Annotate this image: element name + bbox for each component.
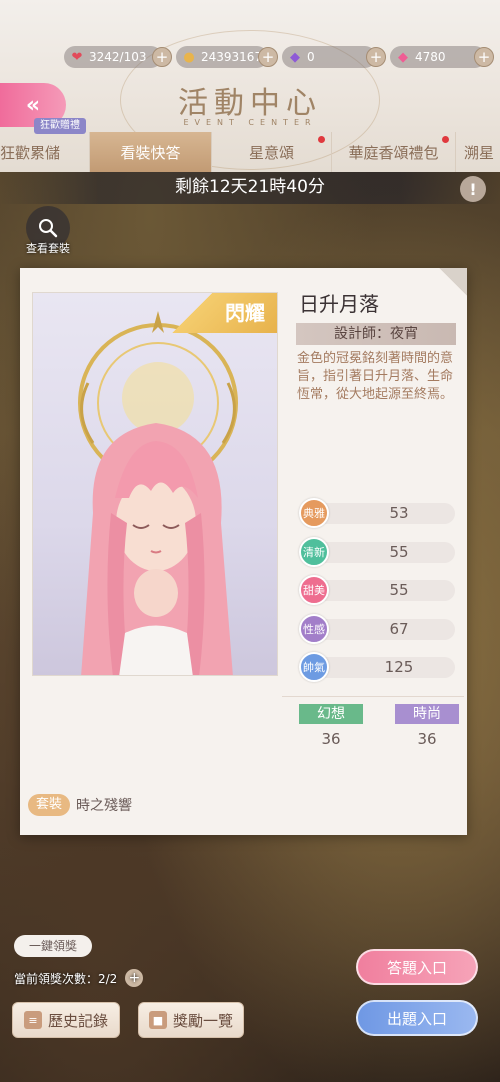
stat-value: 55 [389, 581, 409, 599]
header: ❤ 3242/103 + ● 24393167 + ◆ 0 + ◆ 4780 +… [0, 0, 500, 172]
stat-badge: 清新 [299, 536, 329, 567]
stat-badge: 帥氣 [299, 652, 329, 682]
stamina-currency: ❤ 3242/103 + [64, 46, 172, 68]
outfit-card: 閃耀 日升月落 設計師：夜宵 金色的冠冕銘刻著時間的意旨，指引著日升月落、生命恆… [20, 268, 467, 835]
card-fold-corner [439, 268, 467, 296]
magnifier-icon [39, 219, 58, 238]
stat-cool: 帥氣 125 [299, 652, 459, 682]
tab-star-ode[interactable]: 星意頌 [212, 132, 332, 172]
outfit-name: 日升月落 [299, 292, 379, 316]
tab-carnival-recharge[interactable]: 狂歡累儲 [0, 132, 90, 172]
one-click-claim-button[interactable]: 一鍵領獎 [14, 935, 92, 957]
crystal-value: 0 [307, 50, 315, 64]
history-label: 歷史記錄 [47, 1011, 108, 1030]
gold-value: 24393167 [201, 50, 263, 64]
style-tag-value: 36 [321, 730, 341, 748]
question-entry-label: 出題入口 [386, 1009, 447, 1028]
style-tag-label: 幻想 [299, 704, 363, 724]
designer-label: 設計師：夜宵 [296, 323, 456, 345]
stat-value: 53 [389, 504, 409, 522]
suit-name[interactable]: 時之殘響 [76, 795, 132, 815]
shine-rarity-tag: 閃耀 [167, 293, 277, 333]
view-outfit-button[interactable]: 查看套裝 [20, 206, 76, 256]
style-tag-label: 時尚 [395, 704, 459, 724]
answer-entry-label: 答題入口 [386, 958, 447, 977]
purple-crystal-icon: ◆ [290, 49, 300, 65]
event-tabs: 狂歡累儲 看裝快答 星意頌 華庭香頌禮包 溯星 [0, 132, 500, 172]
divider [282, 696, 464, 697]
add-crystal-button[interactable]: + [366, 47, 386, 67]
history-icon: ≡ [23, 1011, 42, 1029]
tab-label: 溯星 [464, 143, 495, 162]
view-outfit-label: 查看套裝 [26, 242, 70, 255]
add-diamond-button[interactable]: + [474, 47, 494, 67]
suit-row: 套裝 時之殘響 [28, 794, 132, 816]
notification-dot [318, 136, 325, 143]
style-tags: 幻想 36 時尚 36 [299, 704, 459, 748]
stamina-value: 3242/103 [89, 50, 147, 64]
info-button[interactable]: ! [460, 176, 486, 202]
rewards-button[interactable]: ■ 獎勵一覽 [138, 1002, 244, 1038]
heart-icon: ❤ [71, 49, 83, 65]
question-entry-button[interactable]: 出題入口 [356, 1000, 478, 1036]
gold-currency: ● 24393167 + [176, 46, 278, 68]
add-gold-button[interactable]: + [258, 47, 278, 67]
stat-badge: 典雅 [299, 498, 329, 528]
currency-bar: ❤ 3242/103 + ● 24393167 + ◆ 0 + ◆ 4780 + [0, 46, 500, 70]
stat-elegant: 典雅 53 [299, 498, 459, 528]
stat-badge: 甜美 [299, 575, 329, 605]
character-illustration [78, 311, 238, 675]
tab-label: 狂歡累儲 [0, 143, 61, 162]
title-cn: 活動中心 [178, 86, 322, 121]
stat-sexy: 性感 67 [299, 613, 459, 644]
tab-palace-gift-pack[interactable]: 華庭香頌禮包 [332, 132, 456, 172]
gift-icon: ■ [148, 1011, 167, 1029]
stat-value: 67 [389, 619, 409, 638]
stat-badge: 性感 [299, 613, 329, 644]
outfit-description: 金色的冠冕銘刻著時間的意旨，指引著日升月落、生命恆常，從大地起源至終焉。 [297, 351, 454, 402]
pink-diamond-icon: ◆ [398, 49, 408, 65]
crystal-currency: ◆ 0 + [282, 46, 386, 68]
attribute-stats: 典雅 53 清新 55 甜美 55 性感 67 帥氣 125 [299, 498, 459, 695]
diamond-currency: ◆ 4780 + [390, 46, 494, 68]
stat-value: 125 [384, 658, 414, 676]
outfit-portrait: 閃耀 [32, 292, 278, 676]
countdown-timer: 剩餘12天21時40分 [0, 172, 500, 204]
exclamation-icon: ! [469, 179, 477, 199]
tab-trace-star[interactable]: 溯星 [456, 132, 500, 172]
notification-dot [442, 136, 449, 143]
tab-outfit-quiz[interactable]: 看裝快答 [90, 132, 212, 172]
tab-label: 看裝快答 [120, 143, 181, 162]
stat-sweet: 甜美 55 [299, 575, 459, 605]
style-fashion: 時尚 36 [395, 704, 459, 748]
add-claim-button[interactable]: + [125, 969, 144, 987]
rewards-label: 獎勵一覽 [172, 1011, 233, 1030]
history-button[interactable]: ≡ 歷史記錄 [12, 1002, 120, 1038]
add-stamina-button[interactable]: + [152, 47, 172, 67]
style-fantasy: 幻想 36 [299, 704, 363, 748]
style-tag-value: 36 [417, 730, 437, 748]
stat-fresh: 清新 55 [299, 536, 459, 567]
claim-count: 當前領獎次數：2/2 + [14, 969, 144, 987]
diamond-value: 4780 [415, 50, 446, 64]
tab-label: 華庭香頌禮包 [348, 143, 439, 162]
tab-label: 星意頌 [248, 143, 294, 162]
stat-value: 55 [389, 542, 409, 561]
suit-badge: 套裝 [28, 794, 71, 816]
answer-entry-button[interactable]: 答題入口 [356, 949, 478, 985]
coin-icon: ● [183, 49, 195, 65]
claim-count-text: 當前領獎次數：2/2 [14, 971, 118, 986]
